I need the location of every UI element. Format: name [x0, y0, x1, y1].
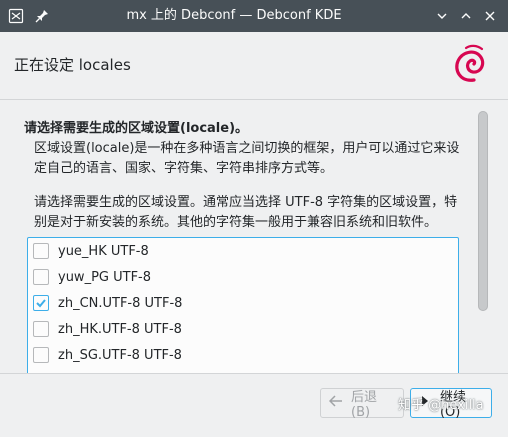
- checkbox-checked[interactable]: [33, 295, 49, 311]
- question-text: 请选择需要生成的区域设置(locale)。: [24, 121, 249, 136]
- minimize-icon[interactable]: [430, 4, 454, 28]
- locale-label: zh_CN.UTF-8 UTF-8: [58, 295, 183, 311]
- arrow-left-icon: [328, 395, 343, 411]
- app-menu-icon[interactable]: [4, 4, 28, 28]
- debian-swirl-logo: [446, 40, 492, 92]
- pin-icon[interactable]: [30, 4, 54, 28]
- checkbox[interactable]: [33, 243, 49, 259]
- locale-label: zh_HK.UTF-8 UTF-8: [58, 321, 182, 337]
- description-paragraph-2: 请选择需要生成的区域设置。通常应当选择 UTF-8 字符集的区域设置，特别是对于…: [34, 195, 458, 230]
- back-button-label: 后退(B): [351, 390, 378, 420]
- locale-label: zh_SG.UTF-8 UTF-8: [58, 347, 182, 363]
- locale-list[interactable]: yue_HK UTF-8 yuw_PG UTF-8 zh_CN.UTF-8 UT…: [27, 237, 459, 377]
- list-item[interactable]: yue_HK UTF-8: [28, 238, 458, 264]
- close-icon[interactable]: [478, 4, 502, 28]
- title-bar: mx 上的 Debconf — Debconf KDE: [0, 0, 508, 32]
- window-title: mx 上的 Debconf — Debconf KDE: [126, 8, 342, 23]
- checkmark-icon: [36, 299, 46, 308]
- list-item[interactable]: yuw_PG UTF-8: [28, 264, 458, 290]
- list-item[interactable]: zh_CN.UTF-8 UTF-8: [28, 290, 458, 316]
- content-area: 请选择需要生成的区域设置(locale)。 区域设置(locale)是一种在多种…: [0, 101, 508, 377]
- list-item[interactable]: zh_SG.UTF-8 UTF-8: [28, 342, 458, 368]
- maximize-icon[interactable]: [454, 4, 478, 28]
- list-item[interactable]: zh_HK.UTF-8 UTF-8: [28, 316, 458, 342]
- back-button[interactable]: 后退(B): [320, 388, 404, 420]
- watermark: 知乎 @hexilla: [398, 398, 484, 413]
- checkbox[interactable]: [33, 347, 49, 363]
- locale-label: yuw_PG UTF-8: [58, 269, 152, 285]
- checkbox[interactable]: [33, 269, 49, 285]
- checkbox[interactable]: [33, 321, 49, 337]
- locale-label: yue_HK UTF-8: [58, 243, 149, 259]
- description-paragraph-1: 区域设置(locale)是一种在多种语言之间切换的框架，用户可以通过它来设定自己…: [34, 141, 460, 176]
- page-title: 正在设定 locales: [14, 56, 131, 74]
- debconf-window: mx 上的 Debconf — Debconf KDE 正在设定 locales…: [0, 0, 508, 437]
- content-scrollbar[interactable]: [478, 111, 488, 311]
- page-header: 正在设定 locales: [0, 32, 508, 100]
- scrollbar-thumb[interactable]: [478, 111, 488, 311]
